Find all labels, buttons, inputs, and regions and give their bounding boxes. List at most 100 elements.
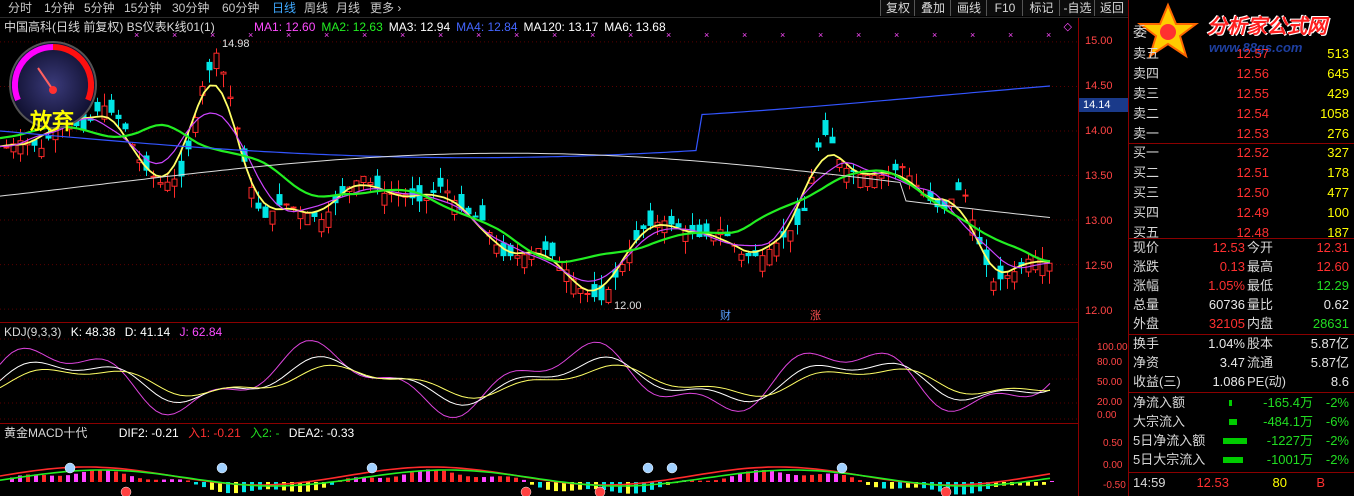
- macd-bar-23: [194, 482, 198, 485]
- stat-value-a-1: 0.13: [1219, 259, 1245, 274]
- bid-volume-2: 477: [1327, 185, 1349, 200]
- signal-dot-6: [120, 486, 132, 496]
- stat-label-b-3: 量比: [1247, 297, 1274, 312]
- candle-137: [962, 189, 969, 203]
- macd-bar-64: [522, 479, 526, 482]
- candle-15: [108, 94, 115, 116]
- period-tab-7[interactable]: 周线: [304, 1, 328, 16]
- svg-text:×: ×: [894, 30, 899, 40]
- candle-45: [318, 213, 325, 238]
- axis-price-0: 15.00: [1085, 35, 1113, 47]
- period-tab-0[interactable]: 分时: [8, 1, 32, 16]
- macd-bar-48: [394, 476, 398, 482]
- candlestick-pane[interactable]: × × × × × × × × × × × × × × × × × × × × × × × × × 中国高科(日线 前复权) B…: [0, 18, 1078, 323]
- finance-label-a-2: 收益(三): [1133, 374, 1181, 389]
- bid-price-2: 12.50: [1236, 185, 1269, 200]
- toolbar-watchlist-button[interactable]: -自选: [1059, 0, 1095, 16]
- candle-77: [542, 235, 549, 257]
- candle-98: [689, 213, 696, 240]
- finance-value-b-1: 5.87亿: [1310, 355, 1349, 370]
- toolbar-overlay-button[interactable]: 叠加: [914, 0, 951, 16]
- macd-bar-130: [1050, 480, 1054, 482]
- ma-legend-1: MA2: 12.63: [321, 20, 383, 34]
- period-tab-6[interactable]: 日线: [272, 1, 296, 16]
- macd-pane[interactable]: 黄金MACD十代 DIF2: -0.21 入1: -0.21 入2: - DEA…: [0, 424, 1078, 496]
- toolbar-f10-button[interactable]: F10: [986, 0, 1023, 16]
- macd-bar-20: [170, 479, 174, 482]
- macd-bar-89: [722, 478, 726, 482]
- signal-dot-1: [216, 462, 228, 474]
- macd-bar-11: [98, 469, 102, 482]
- macd-bar-127: [1026, 482, 1030, 486]
- macd-bar-45: [370, 477, 374, 482]
- macd-bar-13: [114, 471, 118, 482]
- axis-kdj-4: 0.00: [1097, 410, 1117, 421]
- rise-marker[interactable]: 涨: [810, 307, 821, 323]
- candle-38: [269, 210, 276, 232]
- macd-bar-60: [490, 476, 494, 482]
- kdj-pane[interactable]: KDJ(9,3,3) K: 48.38 D: 41.14 J: 62.84: [0, 323, 1078, 424]
- period-tab-5[interactable]: 60分钟: [222, 1, 259, 16]
- gauge-text: 放弃: [30, 109, 75, 134]
- macd-bar-19: [162, 479, 166, 482]
- flow-bar-1: [1229, 419, 1237, 425]
- stat-value-a-3: 60736: [1208, 297, 1245, 312]
- bid-volume-3: 100: [1327, 205, 1349, 220]
- macd-bar-22: [186, 480, 190, 482]
- ask-row-1: 卖四 12.56 645: [1129, 64, 1354, 83]
- period-tab-2[interactable]: 5分钟: [84, 1, 115, 16]
- period-tab-1[interactable]: 1分钟: [44, 1, 75, 16]
- macd-bar-29: [242, 482, 246, 493]
- period-tab-4[interactable]: 30分钟: [172, 1, 209, 16]
- macd-bar-25: [210, 482, 214, 490]
- period-tab-9[interactable]: 更多 ›: [370, 1, 401, 16]
- bid-label-0: 买一: [1133, 145, 1160, 160]
- flow-pct-3: -2%: [1325, 452, 1349, 467]
- candle-95: [668, 209, 675, 232]
- ask-price-2: 12.55: [1236, 86, 1269, 101]
- toolbar-back-button[interactable]: 返回: [1094, 0, 1129, 16]
- ask-volume-4: 276: [1327, 126, 1349, 141]
- macd-bar-76: [618, 482, 622, 493]
- config-toggle-icon[interactable]: ◇: [1064, 20, 1072, 33]
- ma-legend: MA1: 12.60 MA2: 12.63 MA3: 12.94 MA4: 12.84…: [254, 20, 672, 34]
- candle-30: [213, 48, 220, 77]
- low-price-label: 12.00: [614, 300, 642, 312]
- ma-blue-line: [0, 85, 1051, 159]
- stat-row-1: 涨跌 0.13 最高 12.60: [1129, 257, 1354, 276]
- axis-price-2: 14.00: [1085, 125, 1113, 137]
- quote-panel: 分析家公式网 www.88gs.com 委 卖五 12.57 513 卖四 12.56 6…: [1128, 0, 1354, 496]
- candle-68: [479, 198, 486, 221]
- candle-17: [122, 122, 129, 132]
- finance-value-a-2: 1.086: [1212, 374, 1245, 389]
- period-tab-3[interactable]: 15分钟: [124, 1, 161, 16]
- finance-marker[interactable]: 财: [720, 307, 731, 323]
- macd-bar-105: [850, 477, 854, 482]
- kdj-j-value: J: 62.84: [179, 325, 223, 339]
- macd-bar-107: [866, 482, 870, 485]
- period-tab-8[interactable]: 月线: [336, 1, 360, 16]
- fund-flow-row-3: 5日大宗流入 -1001万 -2%: [1129, 450, 1354, 469]
- toolbar-mark-button[interactable]: 标记: [1022, 0, 1060, 16]
- macd-dif: DIF2: -0.21: [118, 426, 179, 440]
- candle-148: [1039, 247, 1046, 284]
- axis-price-3: 13.50: [1085, 170, 1113, 182]
- candle-146: [1025, 253, 1032, 278]
- ma-legend-5: MA6: 13.68: [604, 20, 666, 34]
- macd-bar-61: [498, 476, 502, 482]
- flow-bar-0: [1229, 400, 1232, 406]
- candle-60: [423, 197, 430, 214]
- toolbar-fuquan-button[interactable]: 复权: [880, 0, 915, 16]
- axis-macd-1: 0.00: [1103, 460, 1123, 471]
- period-toolbar: 分时 1分钟 5分钟 15分钟 30分钟 60分钟 日线 周线 月线 更多 › 复权 叠加 画线 F10 标…: [0, 0, 1129, 18]
- bid-volume-1: 178: [1327, 165, 1349, 180]
- bid-row-2: 买三 12.50 477: [1129, 183, 1354, 202]
- ask-label-4: 卖一: [1133, 126, 1160, 141]
- signal-dot-0: [64, 462, 76, 474]
- toolbar-draw-line-button[interactable]: 画线: [950, 0, 987, 16]
- candle-105: [738, 251, 745, 268]
- axis-price-5: 12.50: [1085, 260, 1113, 272]
- bid-label-2: 买三: [1133, 185, 1160, 200]
- stat-label-b-4: 内盘: [1247, 316, 1274, 331]
- finance-value-a-1: 3.47: [1219, 355, 1245, 370]
